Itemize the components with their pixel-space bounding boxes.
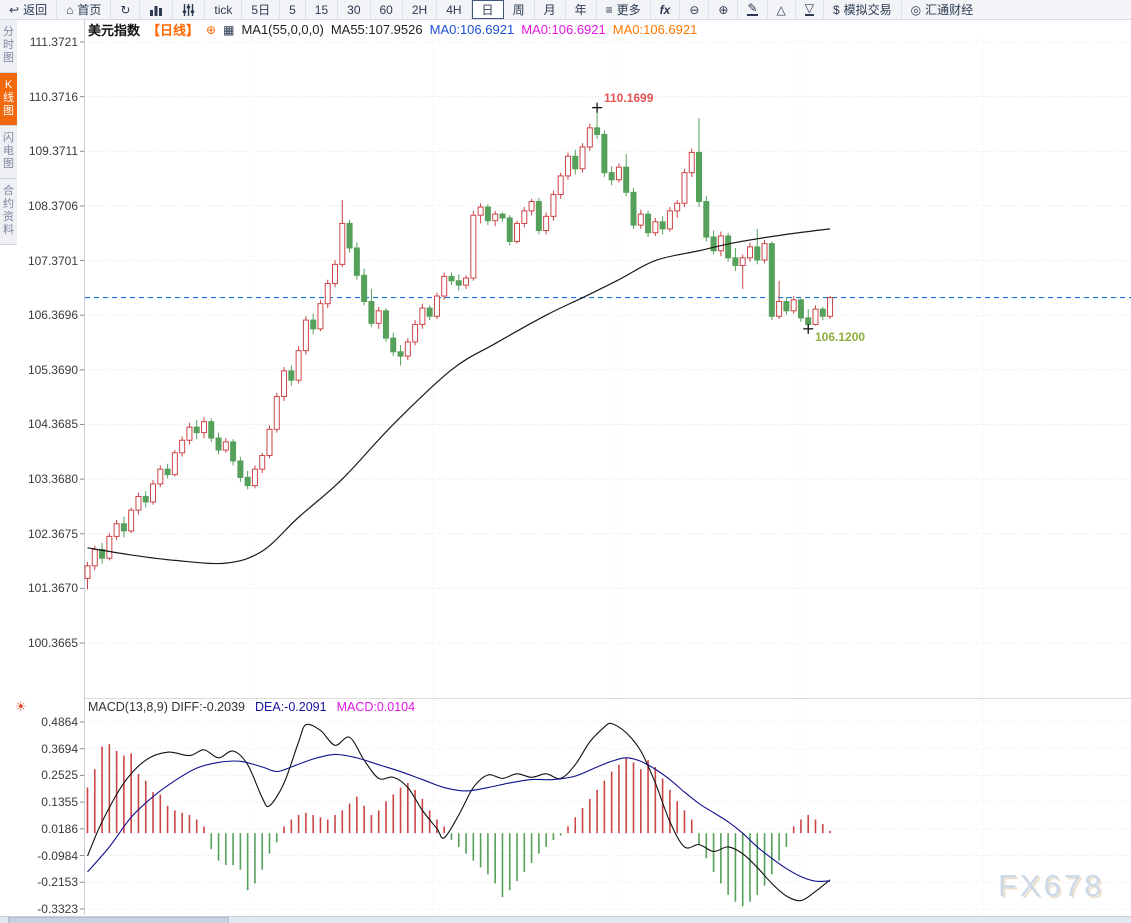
fx678-watermark: FX678 <box>998 868 1105 903</box>
price-axis-label: 107.3701 <box>27 253 78 268</box>
trading-app-window: ↩ 返回 ⌂ 首页 ↻ tick 5日 5 15 30 60 2H 4H 日 周 月… <box>0 0 1131 923</box>
add-indicator-icon[interactable]: ⊕ <box>206 23 216 37</box>
price-axis-label: 104.3685 <box>27 417 78 432</box>
time-scrollbar-track[interactable] <box>0 916 1131 923</box>
macd-axis-label: -0.3323 <box>37 901 78 916</box>
low-price-annotation: 106.1200 <box>815 330 866 344</box>
time-scrollbar-thumb[interactable] <box>8 917 229 923</box>
macd-axis-label: 0.1355 <box>41 795 78 810</box>
ma1-readout: MA1(55,0,0,0) <box>241 22 324 37</box>
macd-axis-label: 0.4864 <box>41 715 78 729</box>
chart-canvas[interactable] <box>0 0 1131 923</box>
macd-axis-label: -0.2153 <box>37 875 78 890</box>
price-axis-label: 102.3675 <box>27 526 78 541</box>
macd-axis-label: 0.2525 <box>41 768 78 783</box>
macd-header: MACD(13,8,9) DIFF:-0.2039 DEA:-0.2091 MA… <box>88 700 415 714</box>
ma0-readout-orange: MA0:106.6921 <box>612 22 698 37</box>
macd-axis-label: -0.0984 <box>37 848 78 863</box>
price-axis-label: 105.3690 <box>27 362 78 377</box>
period-tag: 【日线】 <box>147 23 200 38</box>
price-axis-label: 100.3665 <box>27 636 78 651</box>
macd-title-diff-readout: MACD(13,8,9) DIFF:-0.2039 <box>88 700 245 714</box>
price-axis-label: 111.3721 <box>29 35 78 49</box>
price-axis-label: 110.3716 <box>28 89 78 104</box>
price-axis-label: 103.3680 <box>27 472 78 487</box>
price-axis-label: 106.3696 <box>27 308 78 323</box>
chart-title-row: 美元指数 【日线】 ⊕ ▦ MA1(55,0,0,0) MA55:107.952… <box>88 21 697 38</box>
ma55-readout: MA55:107.9526 <box>330 22 423 37</box>
ma0-readout-magenta: MA0:106.6921 <box>521 22 606 37</box>
macd-axis-label: 0.0186 <box>41 821 78 836</box>
high-price-annotation: 110.1699 <box>604 91 654 105</box>
macd-settings-icon[interactable]: ☀ <box>15 699 27 715</box>
macd-value-readout: MACD:0.0104 <box>336 700 416 714</box>
macd-axis-label: 0.3694 <box>41 741 78 756</box>
ma0-readout-blue: MA0:106.6921 <box>429 22 515 37</box>
mini-chart-icon: ▦ <box>223 22 235 37</box>
symbol-name: 美元指数 <box>88 23 141 38</box>
macd-dea-readout: DEA:-0.2091 <box>255 700 327 714</box>
price-axis-label: 108.3706 <box>27 198 78 213</box>
price-axis-label: 101.3670 <box>27 581 78 596</box>
price-axis-label: 109.3711 <box>28 144 78 159</box>
